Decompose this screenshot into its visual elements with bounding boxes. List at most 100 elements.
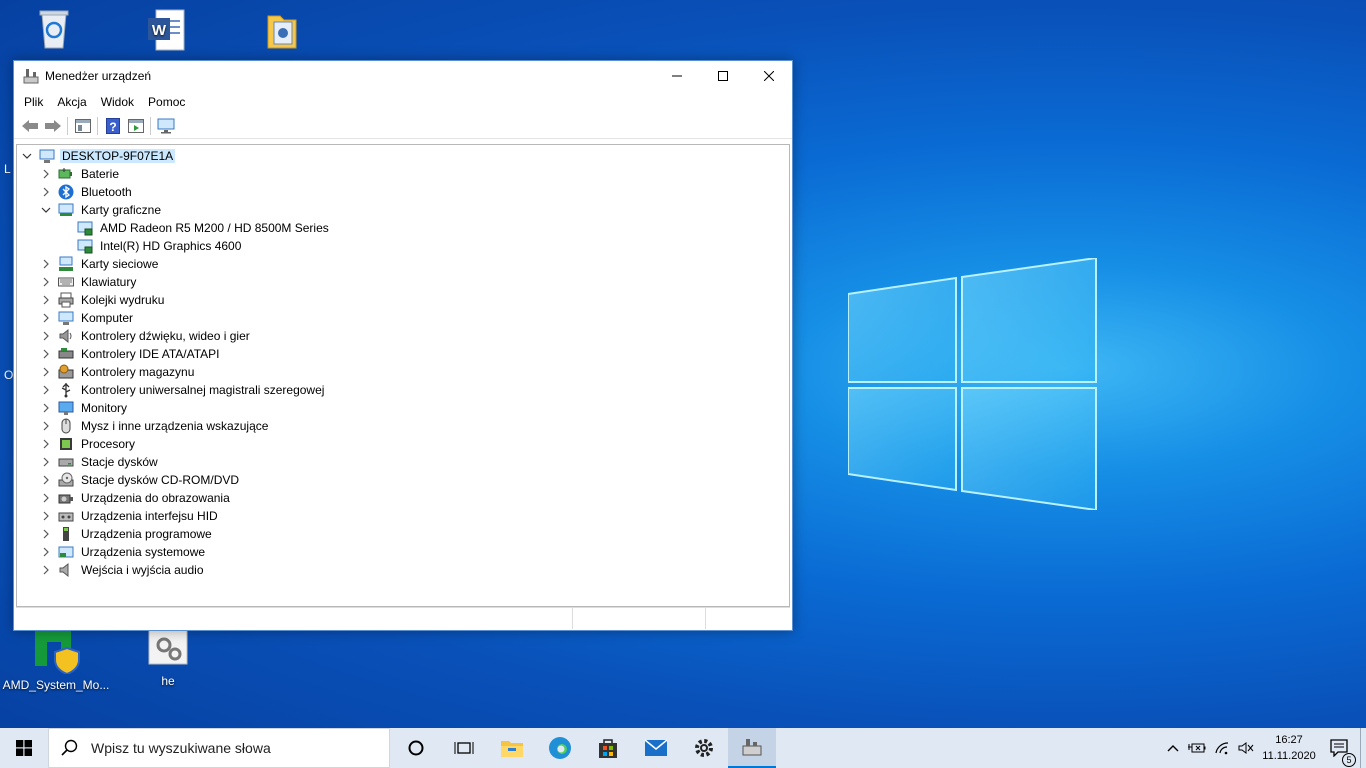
- tree-item-label: Urządzenia programowe: [81, 527, 212, 541]
- tree-expander[interactable]: [40, 507, 52, 525]
- tree-expander[interactable]: [40, 327, 52, 345]
- tree-expander[interactable]: [40, 489, 52, 507]
- desktop-icon-he-settings[interactable]: he: [128, 628, 208, 688]
- tree-category[interactable]: Stacje dysków CD-ROM/DVD: [40, 471, 241, 489]
- help-button[interactable]: ?: [101, 115, 124, 137]
- tree-expander[interactable]: [40, 417, 52, 435]
- computer-icon: [58, 311, 74, 325]
- tree-category[interactable]: Karty sieciowe: [40, 255, 160, 273]
- file-explorer-button[interactable]: [488, 728, 536, 768]
- chevron-right-icon: [43, 529, 49, 539]
- chevron-right-icon: [43, 475, 49, 485]
- tree-category[interactable]: Kontrolery IDE ATA/ATAPI: [40, 345, 222, 363]
- tree-expander[interactable]: [40, 543, 52, 561]
- chevron-right-icon: [43, 457, 49, 467]
- forward-button[interactable]: [41, 115, 64, 137]
- start-button[interactable]: [0, 728, 48, 768]
- menu-pomoc[interactable]: Pomoc: [141, 95, 192, 109]
- gear-icon: [695, 739, 713, 757]
- desktop-icon-amd-system-monitor[interactable]: AMD_System_Mo...: [2, 628, 110, 692]
- volume-muted-icon: [1238, 742, 1254, 754]
- store-button[interactable]: [584, 728, 632, 768]
- tree-category[interactable]: Monitory: [40, 399, 129, 417]
- menu-widok[interactable]: Widok: [94, 95, 141, 109]
- battery-tray-button[interactable]: [1184, 741, 1210, 755]
- toolbar-separator: [97, 116, 98, 135]
- tree-expander[interactable]: [40, 453, 52, 471]
- edge-letter-o: O: [4, 368, 14, 382]
- close-button[interactable]: [746, 61, 792, 91]
- tree-expander[interactable]: [40, 309, 52, 327]
- tree-category[interactable]: Stacje dysków: [40, 453, 160, 471]
- mail-button[interactable]: [632, 728, 680, 768]
- properties-icon: [127, 118, 144, 133]
- cortana-button[interactable]: [392, 728, 440, 768]
- tree-category[interactable]: Bluetooth: [40, 183, 134, 201]
- tree-expander[interactable]: [40, 561, 52, 579]
- properties-button[interactable]: [124, 115, 147, 137]
- tree-expander[interactable]: [40, 201, 52, 219]
- tree-expander[interactable]: [40, 255, 52, 273]
- tree-category[interactable]: Klawiatury: [40, 273, 138, 291]
- tree-category[interactable]: Urządzenia do obrazowania: [40, 489, 232, 507]
- title-bar[interactable]: Menedżer urządzeń: [14, 61, 792, 91]
- tree-expander[interactable]: [40, 381, 52, 399]
- tree-expander[interactable]: [21, 147, 33, 165]
- tree-category[interactable]: Komputer: [40, 309, 135, 327]
- device-tree[interactable]: DESKTOP-9F07E1A Baterie Bluetooth Karty gra…: [16, 144, 790, 607]
- minimize-button[interactable]: [654, 61, 700, 91]
- tree-expander[interactable]: [40, 399, 52, 417]
- tree-expander[interactable]: [40, 363, 52, 381]
- desktop-icon-word-doc[interactable]: W: [126, 8, 206, 56]
- menu-akcja[interactable]: Akcja: [50, 95, 93, 109]
- tree-category[interactable]: Wejścia i wyjścia audio: [40, 561, 206, 579]
- tree-item-label: Procesory: [81, 437, 136, 451]
- menu-plik[interactable]: Plik: [17, 95, 50, 109]
- show-hide-tree-button[interactable]: [71, 115, 94, 137]
- tree-root-computer[interactable]: DESKTOP-9F07E1A: [21, 147, 176, 165]
- show-hidden-icons-button[interactable]: [1162, 744, 1184, 752]
- task-view-button[interactable]: [440, 728, 488, 768]
- tree-category[interactable]: Urządzenia interfejsu HID: [40, 507, 220, 525]
- tree-category[interactable]: Kontrolery uniwersalnej magistrali szere…: [40, 381, 326, 399]
- svg-text:W: W: [152, 22, 167, 39]
- device-manager-taskbar-button[interactable]: [728, 728, 776, 768]
- tree-device[interactable]: AMD Radeon R5 M200 / HD 8500M Series: [59, 219, 331, 237]
- tree-expander[interactable]: [40, 435, 52, 453]
- show-desktop-button[interactable]: [1360, 728, 1366, 768]
- maximize-button[interactable]: [700, 61, 746, 91]
- settings-button[interactable]: [680, 728, 728, 768]
- tree-category[interactable]: Procesory: [40, 435, 137, 453]
- tree-expander[interactable]: [40, 525, 52, 543]
- edge-button[interactable]: [536, 728, 584, 768]
- tree-category[interactable]: Kontrolery dźwięku, wideo i gier: [40, 327, 252, 345]
- tree-expander[interactable]: [40, 165, 52, 183]
- action-center-button[interactable]: 5: [1320, 739, 1360, 767]
- tree-category[interactable]: Kontrolery magazynu: [40, 363, 196, 381]
- tree-category[interactable]: Urządzenia systemowe: [40, 543, 207, 561]
- tree-expander[interactable]: [40, 273, 52, 291]
- tree-category[interactable]: Karty graficzne: [40, 201, 163, 219]
- processor-icon: [60, 438, 72, 450]
- task-view-icon: [454, 742, 474, 754]
- desktop-icon-recycle-bin[interactable]: [14, 8, 94, 54]
- tree-category[interactable]: Baterie: [40, 165, 121, 183]
- tree-category[interactable]: Mysz i inne urządzenia wskazujące: [40, 417, 270, 435]
- tree-expander[interactable]: [40, 183, 52, 201]
- tree-device[interactable]: Intel(R) HD Graphics 4600: [59, 237, 243, 255]
- taskbar-search-box[interactable]: Wpisz tu wyszukiwane słowa: [48, 728, 390, 768]
- back-button[interactable]: [18, 115, 41, 137]
- display-device-icon: [77, 239, 93, 254]
- tree-expander[interactable]: [40, 345, 52, 363]
- clock[interactable]: 16:27 11.11.2020: [1258, 732, 1320, 764]
- chevron-right-icon: [43, 367, 49, 377]
- scan-hardware-button[interactable]: [154, 115, 177, 137]
- tree-expander[interactable]: [40, 471, 52, 489]
- recycle-bin-icon: [39, 10, 69, 49]
- network-tray-button[interactable]: [1210, 741, 1234, 755]
- desktop-icon-folder-doc[interactable]: [242, 8, 322, 56]
- tree-category[interactable]: Kolejki wydruku: [40, 291, 166, 309]
- volume-tray-button[interactable]: [1234, 741, 1258, 755]
- tree-expander[interactable]: [40, 291, 52, 309]
- tree-category[interactable]: Urządzenia programowe: [40, 525, 214, 543]
